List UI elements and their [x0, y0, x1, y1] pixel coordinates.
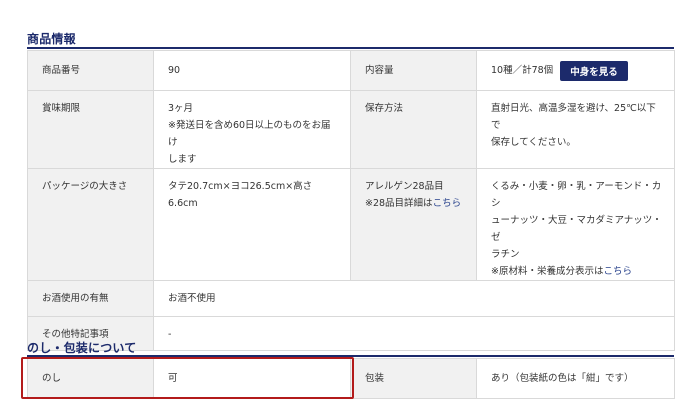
ingredients-note-text: ※原材料・栄養成分表示は: [491, 266, 604, 277]
ingredients-link[interactable]: こちら: [603, 266, 632, 277]
noshi-title: のし・包装について: [27, 341, 137, 355]
package-size-value: タテ20.7cm×ヨコ26.5cm×高さ6.6cm: [153, 168, 351, 281]
table-row: パッケージの大きさ タテ20.7cm×ヨコ26.5cm×高さ6.6cm アレルゲ…: [27, 168, 675, 281]
product-number-value: 90: [153, 50, 351, 91]
expiry-note-line1: ※発送日を含め60日以上のものをお届け: [168, 120, 331, 148]
noshi-table: のし 可 包装 あり（包装紙の色は「紺」です）: [27, 358, 675, 399]
noshi-rule: [27, 355, 674, 357]
noshi-value: 可: [153, 358, 351, 399]
expiry-note-line2: します: [168, 154, 197, 165]
allergen-label-cell: アレルゲン28品目 ※28品目詳細はこちら: [350, 168, 477, 281]
allergen-line2: ューナッツ・大豆・マカダミアナッツ・ゼ: [491, 215, 662, 243]
product-info-title: 商品情報: [27, 32, 76, 46]
allergen-line3: ラチン: [491, 249, 520, 260]
expiry-value: 3ヶ月 ※発送日を含め60日以上のものをお届け します: [153, 90, 351, 169]
allergen-value: くるみ・小麦・卵・乳・アーモンド・カシ ューナッツ・大豆・マカダミアナッツ・ゼ …: [476, 168, 675, 281]
allergen-detail-note: ※28品目詳細はこちら: [365, 195, 466, 212]
allergen-line1: くるみ・小麦・卵・乳・アーモンド・カシ: [491, 181, 662, 209]
allergen-detail-text: ※28品目詳細は: [365, 198, 433, 209]
package-size-label: パッケージの大きさ: [27, 168, 154, 281]
view-contents-button[interactable]: 中身を見る: [560, 61, 628, 81]
alcohol-value: お酒不使用: [153, 280, 675, 317]
contents-label: 内容量: [350, 50, 477, 91]
wrapping-value: あり（包装紙の色は「紺」です）: [476, 358, 675, 399]
storage-line2: 保存してください。: [491, 137, 576, 148]
alcohol-label: お酒使用の有無: [27, 280, 154, 317]
storage-line1: 直射日光、高温多湿を避け、25℃以下で: [491, 103, 656, 131]
wrapping-label: 包装: [350, 358, 477, 399]
product-number-label: 商品番号: [27, 50, 154, 91]
other-notes-value: -: [153, 316, 675, 351]
expiry-period: 3ヶ月: [168, 103, 194, 114]
expiry-label: 賞味期限: [27, 90, 154, 169]
noshi-label: のし: [27, 358, 154, 399]
table-row: 賞味期限 3ヶ月 ※発送日を含め60日以上のものをお届け します 保存方法 直射…: [27, 90, 675, 169]
storage-label: 保存方法: [350, 90, 477, 169]
product-info-rule: [27, 47, 674, 49]
table-row: お酒使用の有無 お酒不使用: [27, 280, 675, 317]
storage-value: 直射日光、高温多湿を避け、25℃以下で 保存してください。: [476, 90, 675, 169]
allergen-detail-link[interactable]: こちら: [433, 198, 462, 209]
product-info-table: 商品番号 90 内容量 10種／計78個 賞味期限 3ヶ月 ※発送日を含め60日…: [27, 50, 675, 351]
table-row: のし 可 包装 あり（包装紙の色は「紺」です）: [27, 358, 675, 399]
allergen-label: アレルゲン28品目: [365, 181, 444, 192]
ingredients-note: ※原材料・栄養成分表示はこちら: [491, 263, 664, 280]
